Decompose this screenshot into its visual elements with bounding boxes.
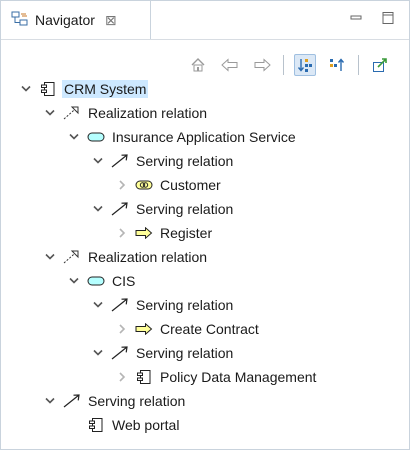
application-service-icon <box>87 274 105 288</box>
serving-relation-icon <box>63 394 81 408</box>
application-component-icon <box>39 82 57 96</box>
tree-item-label: Create Contract <box>160 321 259 337</box>
chevron-down-icon[interactable] <box>67 130 81 144</box>
tree-item[interactable]: Serving relation <box>1 341 409 365</box>
tree-item-label: Realization relation <box>88 105 208 121</box>
chevron-right-icon[interactable] <box>115 370 129 384</box>
tree-item[interactable]: Serving relation <box>1 149 409 173</box>
tree-item[interactable]: CIS <box>1 269 409 293</box>
chevron-down-icon[interactable] <box>67 274 81 288</box>
application-component-icon <box>135 370 153 384</box>
realization-relation-icon <box>63 250 81 264</box>
application-service-icon <box>87 130 105 144</box>
tree-item-label: Serving relation <box>136 201 234 217</box>
serving-relation-icon <box>111 202 129 216</box>
business-process-icon <box>135 322 153 336</box>
tree-item-label: Serving relation <box>136 153 234 169</box>
chevron-down-icon[interactable] <box>43 394 57 408</box>
tree-item[interactable]: Serving relation <box>1 197 409 221</box>
navigator-view-icon <box>11 11 29 30</box>
model-tree: CRM System Realization relation Insurance … <box>1 77 409 437</box>
chevron-down-icon[interactable] <box>91 202 105 216</box>
home-icon[interactable] <box>187 54 209 76</box>
toolbar-separator <box>358 55 359 75</box>
tree-item-label: Serving relation <box>136 345 234 361</box>
tab-label: Navigator <box>35 12 95 28</box>
view-tab-strip: Navigator ⊠ <box>1 1 409 40</box>
chevron-right-icon[interactable] <box>115 226 129 240</box>
tree-item-label: CRM System <box>62 80 149 98</box>
chevron-right-icon[interactable] <box>115 322 129 336</box>
tree-item-label: Insurance Application Service <box>112 129 296 145</box>
navigator-view: Navigator ⊠ CRM System Realization relati… <box>0 0 410 450</box>
forward-arrow-icon[interactable] <box>251 54 273 76</box>
chevron-down-icon[interactable] <box>43 250 57 264</box>
chevron-down-icon[interactable] <box>43 106 57 120</box>
tree-item[interactable]: Realization relation <box>1 245 409 269</box>
show-source-relations-icon[interactable] <box>326 54 348 76</box>
tree-item-label: Register <box>160 225 213 241</box>
tree-item-label: CIS <box>112 273 136 289</box>
toolbar-separator <box>283 55 284 75</box>
tree-item-label: Web portal <box>112 417 180 433</box>
application-component-icon <box>87 418 105 432</box>
tab-navigator[interactable]: Navigator ⊠ <box>1 1 151 39</box>
chevron-down-icon[interactable] <box>19 82 33 96</box>
tree-item[interactable]: Register <box>1 221 409 245</box>
tree-item[interactable]: Policy Data Management <box>1 365 409 389</box>
tree-item-label: Serving relation <box>88 393 186 409</box>
tree-item[interactable]: Serving relation <box>1 293 409 317</box>
tree-item[interactable]: Customer <box>1 173 409 197</box>
tree-item[interactable]: Create Contract <box>1 317 409 341</box>
tree-item-label: Customer <box>160 177 221 193</box>
chevron-down-icon[interactable] <box>91 298 105 312</box>
maximize-icon[interactable] <box>381 11 395 25</box>
tree-item-spacer <box>67 418 81 432</box>
close-tab-icon[interactable]: ⊠ <box>105 13 117 27</box>
minimize-icon[interactable] <box>349 11 363 25</box>
chevron-right-icon[interactable] <box>115 178 129 192</box>
tree-item-label: Policy Data Management <box>160 369 317 385</box>
tree-item[interactable]: Realization relation <box>1 101 409 125</box>
tree-item-label: Serving relation <box>136 297 234 313</box>
pin-view-icon[interactable] <box>369 54 391 76</box>
back-arrow-icon[interactable] <box>219 54 241 76</box>
tree-item[interactable]: Web portal <box>1 413 409 437</box>
show-target-relations-icon[interactable] <box>294 54 316 76</box>
tree-item[interactable]: Insurance Application Service <box>1 125 409 149</box>
chevron-down-icon[interactable] <box>91 346 105 360</box>
serving-relation-icon <box>111 154 129 168</box>
realization-relation-icon <box>63 106 81 120</box>
tree-item-label: Realization relation <box>88 249 208 265</box>
business-process-icon <box>135 226 153 240</box>
view-toolbar <box>187 53 391 77</box>
serving-relation-icon <box>111 346 129 360</box>
serving-relation-icon <box>111 298 129 312</box>
tree-item[interactable]: Serving relation <box>1 389 409 413</box>
chevron-down-icon[interactable] <box>91 154 105 168</box>
tree-item[interactable]: CRM System <box>1 77 409 101</box>
business-service-icon <box>135 178 153 192</box>
